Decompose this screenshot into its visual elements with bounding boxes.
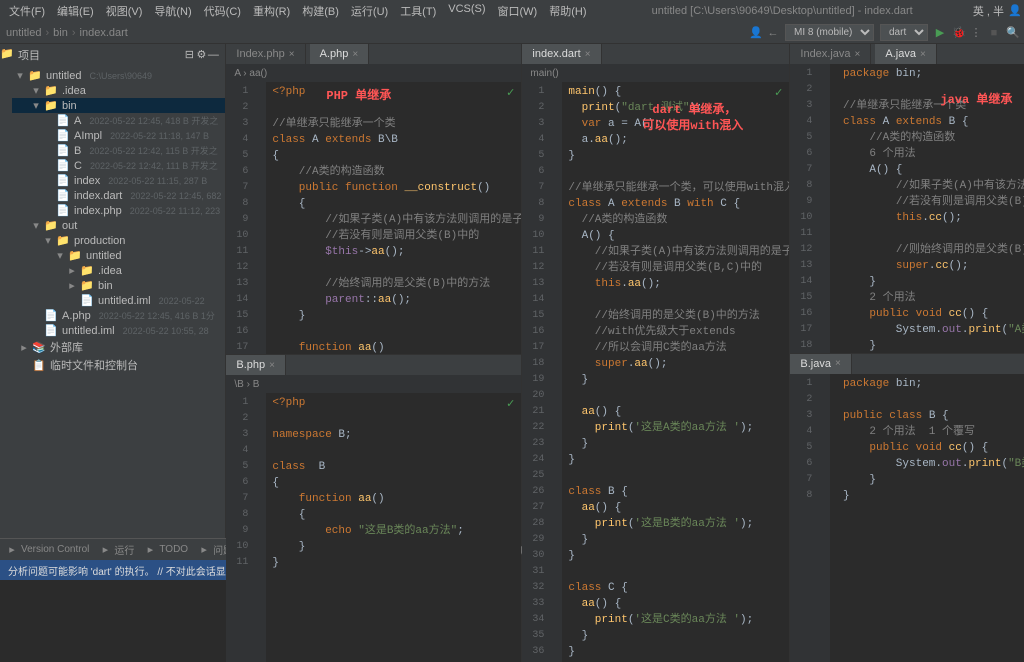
tool-window-button[interactable]: ▸Version Control	[6, 542, 89, 557]
editor-dart[interactable]: 1234567891011121314151617181920212223242…	[522, 82, 789, 662]
run-config-select[interactable]: dart	[880, 24, 928, 41]
debug-icon[interactable]: 🐞	[952, 27, 964, 39]
menu-item[interactable]: 帮助(H)	[544, 1, 591, 21]
tree-row[interactable]: ▾📁bin	[12, 98, 225, 113]
breadcrumb-bar: untitled › bin › index.dart 👤 ← MI 8 (mo…	[0, 22, 1024, 44]
annotation-java: java 单继承	[940, 90, 1012, 107]
avatar-icon[interactable]: 👤	[1008, 5, 1020, 17]
tree-row[interactable]: 📄untitled.iml2022-05-22	[12, 293, 225, 308]
editor-tab[interactable]: Index.java×	[790, 44, 871, 64]
tree-row[interactable]: ▾📁.idea	[12, 83, 225, 98]
ime-indicator: 英 , 半	[973, 3, 1004, 19]
project-tree[interactable]: ▾📁untitledC:\Users\90649▾📁.idea▾📁bin📄A20…	[12, 66, 225, 538]
tree-row[interactable]: 📄index2022-05-22 11:15, 287 B	[12, 173, 225, 188]
tree-row[interactable]: ▾📁production	[12, 233, 225, 248]
menu-item[interactable]: 工具(T)	[395, 1, 441, 21]
tree-row[interactable]: ▸📁bin	[12, 278, 225, 293]
tool-window-button[interactable]: ▸运行	[99, 542, 134, 557]
editor-java-b[interactable]: 12345678 package bin; public class B { 2…	[790, 374, 1024, 662]
back-icon[interactable]: ←	[767, 27, 779, 39]
menu-item[interactable]: 构建(B)	[297, 1, 344, 21]
menu-item[interactable]: 运行(U)	[346, 1, 393, 21]
main-menu: 文件(F)编辑(E)视图(V)导航(N)代码(C)重构(R)构建(B)运行(U)…	[4, 1, 592, 21]
project-panel: 项目 ⊟ ⚙ — ▾📁untitledC:\Users\90649▾📁.idea…	[12, 44, 226, 538]
editor-tabs-dart: index.dart×	[522, 44, 789, 64]
tool-window-button[interactable]: ▸TODO	[144, 542, 188, 557]
device-select[interactable]: MI 8 (mobile)	[785, 24, 874, 41]
tree-row[interactable]: 📄index.dart2022-05-22 12:45, 682	[12, 188, 225, 203]
stop-icon[interactable]: ■	[988, 27, 1000, 39]
tool-strip-left: 📁	[0, 44, 12, 538]
crumb-dir[interactable]: bin	[53, 27, 68, 39]
tree-row[interactable]: 📋临时文件和控制台	[12, 356, 225, 374]
editor-tab[interactable]: A.java×	[875, 44, 936, 64]
tree-row[interactable]: 📄AImpl2022-05-22 11:18, 147 B	[12, 128, 225, 143]
tab-b-java[interactable]: B.java×	[790, 354, 851, 374]
annotation-dart-2: 可以使用with混入	[642, 116, 743, 133]
tree-row[interactable]: 📄A.php2022-05-22 12:45, 416 B 1分	[12, 308, 225, 323]
user-icon[interactable]: 👤	[749, 27, 761, 39]
menu-item[interactable]: 视图(V)	[101, 1, 148, 21]
editor-crumb-php-b[interactable]: \B › B	[226, 375, 521, 393]
menu-item[interactable]: 窗口(W)	[493, 1, 543, 21]
tree-row[interactable]: ▾📁out	[12, 218, 225, 233]
editor-php-a[interactable]: 123456789101112131415161718192021 <?php …	[226, 82, 521, 354]
tree-row[interactable]: ▸📁.idea	[12, 263, 225, 278]
analysis-ok-icon: ✓	[506, 397, 515, 411]
annotation-dart-1: dart 单继承，	[652, 100, 736, 117]
editor-crumb-php-a[interactable]: A › aa()	[226, 64, 521, 82]
editor-tab[interactable]: Index.php×	[226, 44, 305, 64]
analysis-ok-icon: ✓	[774, 86, 783, 100]
more-icon[interactable]: ⋮	[970, 27, 982, 39]
editor-crumb-dart[interactable]: main()	[522, 64, 789, 82]
analysis-ok-icon: ✓	[506, 86, 515, 100]
editor-java-a[interactable]: 12345678910111213141516171819 package bi…	[790, 64, 1024, 353]
tab-b-php[interactable]: B.php×	[226, 355, 286, 375]
menu-item[interactable]: 重构(R)	[248, 1, 295, 21]
title-bar: 文件(F)编辑(E)视图(V)导航(N)代码(C)重构(R)构建(B)运行(U)…	[0, 0, 1024, 22]
editor-tabs-java: Index.java×A.java×	[790, 44, 1024, 64]
window-title: untitled [C:\Users\90649\Desktop\untitle…	[592, 5, 973, 17]
search-icon[interactable]: 🔍	[1006, 27, 1018, 39]
run-icon[interactable]: ▶	[934, 27, 946, 39]
menu-item[interactable]: 文件(F)	[4, 1, 50, 21]
annotation-php: PHP 单继承	[326, 86, 391, 103]
project-panel-title: 项目	[18, 47, 40, 63]
menu-item[interactable]: 代码(C)	[199, 1, 246, 21]
tree-row[interactable]: 📄A2022-05-22 12:45, 418 B 开发之	[12, 113, 225, 128]
tree-row[interactable]: 📄index.php2022-05-22 11:12, 223	[12, 203, 225, 218]
menu-item[interactable]: VCS(S)	[443, 1, 490, 21]
crumb-project[interactable]: untitled	[6, 27, 41, 39]
menu-item[interactable]: 导航(N)	[149, 1, 196, 21]
project-tool-icon[interactable]: 📁	[0, 48, 12, 60]
editor-php-b[interactable]: 1234567891011 <?php namespace B; class B…	[226, 393, 521, 662]
hide-icon[interactable]: —	[207, 49, 219, 61]
editor-tab[interactable]: A.php×	[310, 44, 370, 64]
editor-tabs-php: Index.php×A.php×	[226, 44, 521, 64]
tree-row[interactable]: 📄untitled.iml2022-05-22 10:55, 28	[12, 323, 225, 338]
menu-item[interactable]: 编辑(E)	[52, 1, 99, 21]
collapse-icon[interactable]: ⊟	[183, 49, 195, 61]
editor-tab[interactable]: index.dart×	[522, 44, 601, 64]
tree-row[interactable]: ▸📚外部库	[12, 338, 225, 356]
tree-row[interactable]: 📄C2022-05-22 12:42, 111 B 开发之	[12, 158, 225, 173]
crumb-file[interactable]: index.dart	[80, 27, 128, 39]
gear-icon[interactable]: ⚙	[195, 49, 207, 61]
tree-row[interactable]: 📄B2022-05-22 12:42, 115 B 开发之	[12, 143, 225, 158]
tree-row[interactable]: ▾📁untitled	[12, 248, 225, 263]
